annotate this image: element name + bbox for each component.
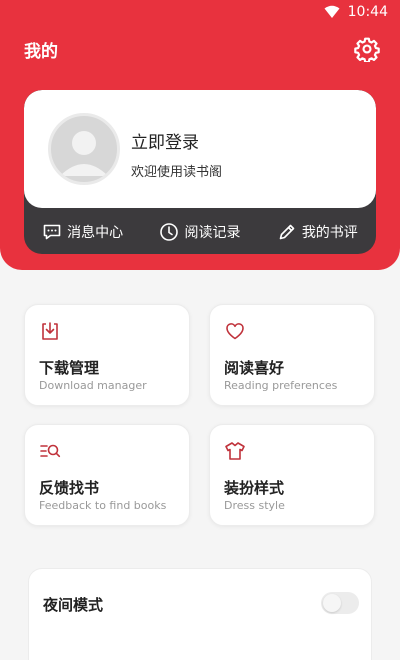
tile-title: 装扮样式 xyxy=(224,479,285,497)
page-title: 我的 xyxy=(24,42,58,62)
shirt-icon xyxy=(225,442,245,460)
reading-preferences-tile[interactable]: 阅读喜好 Reading preferences xyxy=(209,304,375,406)
status-bar: 10:44 xyxy=(0,0,400,24)
tile-subtitle: Download manager xyxy=(39,379,147,392)
pencil-icon xyxy=(279,224,295,240)
download-manager-tile[interactable]: 下载管理 Download manager xyxy=(24,304,190,406)
quick-actions-bar: 消息中心 阅读记录 我的书评 xyxy=(24,220,376,244)
welcome-text: 欢迎使用读书阁 xyxy=(131,165,223,180)
user-avatar-icon[interactable] xyxy=(48,113,120,185)
profile-card: 立即登录 欢迎使用读书阁 消息中心 阅读记录 我的书评 xyxy=(24,90,376,254)
clock-icon xyxy=(160,223,179,241)
wifi-icon xyxy=(324,5,340,18)
tile-subtitle: Feedback to find books xyxy=(39,499,167,512)
dress-style-tile[interactable]: 装扮样式 Dress style xyxy=(209,424,375,526)
profile-summary[interactable]: 立即登录 欢迎使用读书阁 xyxy=(24,90,376,208)
heart-icon xyxy=(226,323,244,340)
toggle-knob xyxy=(323,594,341,612)
my-reviews-button[interactable]: 我的书评 xyxy=(277,222,358,242)
search-list-icon xyxy=(40,444,61,458)
message-center-button[interactable]: 消息中心 xyxy=(42,222,123,242)
tile-title: 反馈找书 xyxy=(39,479,100,497)
download-icon xyxy=(42,322,58,340)
feedback-find-books-tile[interactable]: 反馈找书 Feedback to find books xyxy=(24,424,190,526)
quick-action-label: 消息中心 xyxy=(67,225,124,241)
night-mode-card: 夜间模式 xyxy=(28,568,372,660)
login-link[interactable]: 立即登录 xyxy=(131,128,199,153)
tile-subtitle: Reading preferences xyxy=(224,379,338,392)
tile-title: 阅读喜好 xyxy=(224,359,285,377)
status-time: 10:44 xyxy=(347,4,388,20)
quick-action-label: 我的书评 xyxy=(301,225,358,241)
quick-action-label: 阅读记录 xyxy=(184,225,241,241)
gear-icon[interactable] xyxy=(354,36,380,62)
message-icon xyxy=(43,224,61,240)
tile-subtitle: Dress style xyxy=(224,499,285,512)
tile-title: 下载管理 xyxy=(39,359,100,377)
night-mode-toggle[interactable] xyxy=(321,592,359,614)
night-mode-label: 夜间模式 xyxy=(43,596,104,614)
reading-history-button[interactable]: 阅读记录 xyxy=(159,222,240,242)
